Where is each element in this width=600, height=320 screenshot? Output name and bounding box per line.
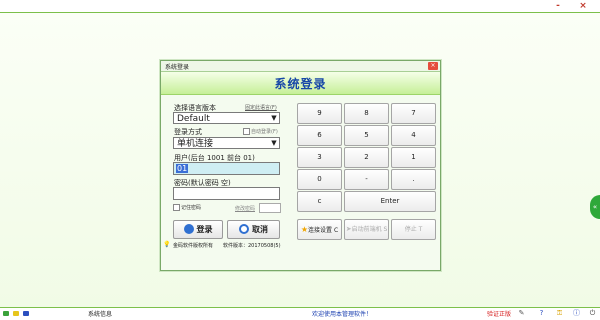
dialog-close-button[interactable]: × (428, 62, 438, 70)
login-mode-label: 登录方式 (174, 128, 202, 136)
key-4[interactable]: 4 (391, 125, 436, 146)
dialog-title: 系统登录 (165, 64, 190, 71)
login-mode-select[interactable]: 单机连接 ▼ (173, 137, 280, 149)
cancel-icon (239, 224, 249, 234)
language-select[interactable]: Default ▼ (173, 112, 280, 124)
key-dot[interactable]: . (391, 169, 436, 190)
cancel-button-label: 取消 (252, 225, 268, 234)
user-icon (183, 224, 194, 234)
language-value: Default (177, 114, 210, 124)
dialog-header-title: 系统登录 (274, 77, 327, 91)
key-enter[interactable]: Enter (344, 191, 436, 212)
stop-button[interactable]: 停止 T (391, 219, 436, 240)
fix-language-link[interactable]: 固定此语言(F) (245, 104, 277, 111)
key-minus[interactable]: - (344, 169, 389, 190)
login-button-label: 登录 (196, 225, 213, 234)
key-7[interactable]: 7 (391, 103, 436, 124)
welcome-text: 欢迎使用本管理软件！ (312, 311, 373, 318)
status-dot-green (3, 311, 9, 316)
connect-settings-button[interactable]: ★连接设置 C (297, 219, 342, 240)
dialog-titlebar: 系统登录 × (161, 61, 440, 72)
star-icon: ★ (300, 225, 309, 234)
key-icon[interactable]: ⚿ (555, 309, 564, 318)
status-bar: 系统信息 欢迎使用本管理软件！ 验证正版 ✎ ? ⚿ ⓘ ⏻ (0, 307, 600, 320)
auto-login-label: 自动登录(F) (251, 129, 278, 135)
key-clear[interactable]: c (297, 191, 342, 212)
help-icon[interactable]: ? (537, 309, 546, 318)
dialog-header: 系统登录 (161, 72, 440, 95)
user-input[interactable]: 01 (173, 162, 280, 175)
checkbox-box (243, 128, 250, 135)
login-dialog: 系统登录 × 系统登录 选择语言版本 固定此语言(F) Default ▼ 登录… (160, 60, 441, 271)
cancel-button[interactable]: 取消 (227, 220, 280, 239)
lightbulb-icon: 💡 (163, 241, 171, 248)
key-5[interactable]: 5 (344, 125, 389, 146)
status-dot-blue (23, 311, 29, 316)
start-terminal-label: 启动前端机 S (351, 226, 388, 233)
minimize-button[interactable]: - (550, 0, 566, 12)
close-window-button[interactable]: × (575, 0, 591, 12)
remember-password-checkbox[interactable]: 记住密码 (173, 204, 201, 211)
start-terminal-button[interactable]: ➤启动前端机 S (344, 219, 389, 240)
user-input-value: 01 (176, 164, 189, 173)
back-arrows-icon[interactable]: « (590, 195, 600, 219)
copyright-text: 金码软件版权所有 (173, 243, 214, 249)
key-8[interactable]: 8 (344, 103, 389, 124)
version-text: 软件版本：20170508(5) (223, 243, 281, 249)
login-mode-value: 单机连接 (177, 139, 214, 149)
verify-genuine-link[interactable]: 验证正版 (487, 309, 511, 318)
status-dot-yellow (13, 311, 19, 316)
system-info-text[interactable]: 系统信息 (88, 309, 112, 318)
password-input[interactable] (173, 187, 280, 200)
exit-icon[interactable]: ⏻ (588, 309, 597, 318)
key-6[interactable]: 6 (297, 125, 342, 146)
key-3[interactable]: 3 (297, 147, 342, 168)
login-button[interactable]: 登录 (173, 220, 223, 239)
key-1[interactable]: 1 (391, 147, 436, 168)
tools-icon[interactable]: ✎ (517, 309, 526, 318)
connect-settings-label: 连接设置 C (308, 227, 339, 234)
info-icon[interactable]: ⓘ (572, 309, 581, 318)
change-password-field[interactable] (259, 203, 281, 213)
chevron-down-icon: ▼ (271, 139, 277, 147)
change-password-link[interactable]: 修改密码 (235, 205, 255, 212)
key-0[interactable]: 0 (297, 169, 342, 190)
auto-login-checkbox[interactable]: 自动登录(F) (243, 128, 278, 135)
key-9[interactable]: 9 (297, 103, 342, 124)
checkbox-box (173, 204, 180, 211)
chevron-down-icon: ▼ (271, 114, 277, 122)
remember-password-label: 记住密码 (181, 205, 202, 211)
key-2[interactable]: 2 (344, 147, 389, 168)
window-titlebar: - × (0, 0, 600, 13)
